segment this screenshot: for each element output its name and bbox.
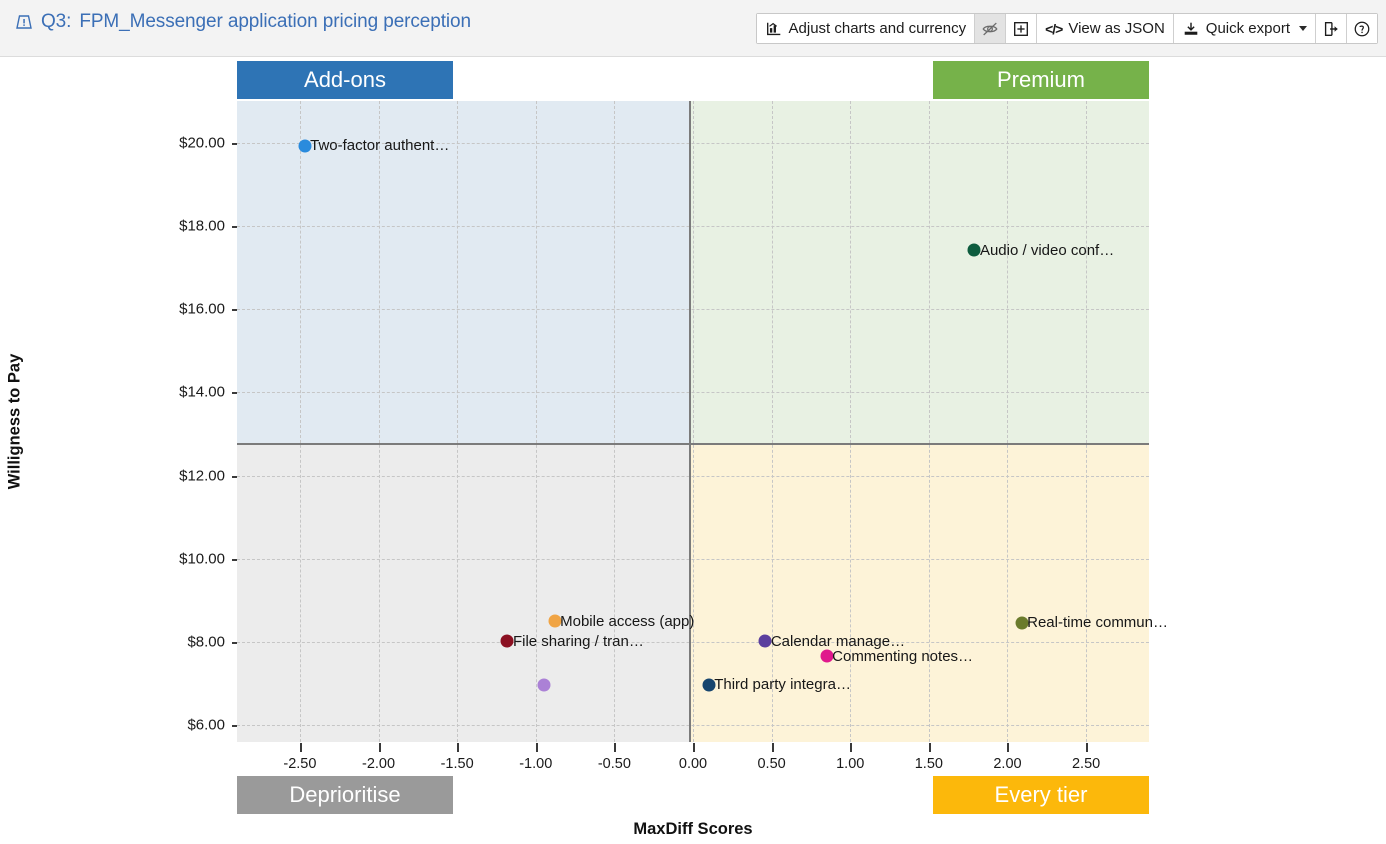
gridline-vertical (457, 101, 459, 742)
expand-plus-icon (1012, 20, 1030, 38)
horizontal-divider (237, 443, 1149, 445)
question-id: Q3: (41, 11, 72, 32)
data-point-label: File sharing / tran… (512, 632, 644, 650)
gridline-vertical (1007, 101, 1009, 742)
quadrant-deprioritise (237, 444, 690, 742)
quadrant-every-tier (690, 444, 1149, 742)
x-tick-mark (771, 743, 774, 752)
data-point-label: Real-time commun… (1027, 614, 1168, 632)
x-tick-label: -2.00 (361, 756, 396, 772)
x-tick-mark (693, 743, 695, 752)
download-icon (1182, 20, 1200, 38)
x-tick-mark (1007, 743, 1010, 752)
y-tick-label: $12.00 (179, 467, 225, 485)
gridline-vertical (693, 101, 694, 742)
data-point-label: Audio / video conf… (979, 241, 1115, 259)
share-export-button[interactable] (1316, 14, 1347, 43)
x-tick-label: 0.50 (757, 756, 786, 772)
x-tick-label: 2.00 (993, 756, 1022, 772)
y-tick-label: $20.00 (179, 134, 225, 152)
x-tick-label: -1.50 (440, 756, 474, 772)
x-tick-mark (928, 743, 931, 752)
data-point[interactable]: Calendar manage… (758, 633, 905, 650)
y-tick-label: $6.00 (187, 716, 225, 734)
quadrant-banner-add-ons: Add-ons (237, 61, 453, 99)
export-arrow-icon (1322, 20, 1340, 38)
data-point[interactable]: Mobile access (app) (548, 613, 694, 630)
page-title: FPM_Messenger application pricing percep… (79, 11, 471, 32)
chart-toolbar: Adjust charts and currency </> View as J… (755, 13, 1378, 44)
x-tick-mark (299, 743, 302, 752)
adjust-charts-and-currency-button[interactable]: Adjust charts and currency (756, 14, 976, 43)
y-axis-title: Willigness to Pay (5, 353, 24, 490)
x-tick-mark (850, 743, 853, 752)
expand-chart-button[interactable] (1006, 14, 1038, 43)
data-point-marker (537, 678, 551, 692)
chart-title-group: Q3: FPM_Messenger application pricing pe… (14, 11, 471, 33)
x-tick-mark (1086, 743, 1089, 752)
eye-off-icon (981, 20, 999, 38)
code-icon: </> (1045, 20, 1063, 37)
gridline-vertical (378, 101, 380, 742)
x-tick-mark (614, 743, 617, 752)
x-tick-mark (535, 743, 538, 752)
quick-export-button[interactable]: Quick export (1173, 14, 1316, 43)
data-point[interactable]: Two-factor authent… (298, 137, 449, 154)
data-point[interactable] (537, 678, 551, 692)
x-tick-label: 1.50 (914, 756, 943, 772)
plot-area: Two-factor authent… Audio / video conf… Mo… (237, 101, 1168, 742)
data-point[interactable]: Third party integra… (702, 676, 851, 693)
data-point[interactable]: Real-time commun… (1015, 614, 1168, 631)
vertical-divider (689, 101, 691, 742)
data-point[interactable]: File sharing / tran… (500, 633, 644, 650)
gridline-vertical (299, 101, 301, 742)
data-point-label: Third party integra… (714, 676, 851, 694)
x-tick-label: -1.00 (519, 756, 553, 772)
help-button[interactable] (1347, 14, 1377, 43)
quadrant-banner-deprioritise: Deprioritise (237, 776, 453, 814)
chevron-down-icon (1299, 26, 1307, 31)
gridline-vertical (1086, 101, 1088, 742)
view-as-json-label: View as JSON (1068, 20, 1165, 37)
view-as-json-button[interactable]: </> View as JSON (1037, 14, 1174, 43)
data-point[interactable]: Audio / video conf… (967, 242, 1114, 259)
y-tick-label: $8.00 (187, 633, 225, 651)
x-tick-mark (378, 743, 381, 752)
adjust-charts-label: Adjust charts and currency (788, 20, 967, 37)
chart-icon (765, 20, 783, 38)
warning-icon (14, 12, 34, 32)
help-circle-icon (1353, 20, 1371, 38)
data-point-label: Two-factor authent… (310, 137, 450, 155)
quick-export-label: Quick export (1205, 20, 1290, 37)
y-tick-label: $14.00 (179, 383, 225, 401)
y-axis-title-wrap: Willigness to Pay (0, 101, 32, 742)
x-tick-label: 1.00 (836, 756, 865, 772)
quadrant-banner-every-tier: Every tier (933, 776, 1149, 814)
y-tick-label: $10.00 (179, 550, 225, 568)
gridline-vertical (928, 101, 930, 742)
chart-header-bar: Q3: FPM_Messenger application pricing pe… (0, 0, 1386, 57)
x-tick-mark (457, 743, 460, 752)
x-axis-title: MaxDiff Scores (633, 820, 753, 838)
data-point-label: Mobile access (app) (560, 612, 695, 630)
x-tick-label: 0.00 (678, 756, 708, 772)
y-tick-label: $18.00 (179, 217, 225, 235)
hide-toggle-button[interactable] (975, 14, 1007, 43)
x-tick-label: -2.50 (283, 756, 317, 772)
data-point-label: Commenting notes… (832, 647, 974, 665)
y-tick-label: $16.00 (179, 300, 225, 318)
scatter-chart: Add-ons Premium Deprioritise Every tier … (0, 57, 1386, 844)
data-point[interactable]: Commenting notes… (820, 648, 973, 665)
quadrant-banner-premium: Premium (933, 61, 1149, 99)
x-tick-label: -0.50 (597, 756, 631, 772)
x-tick-label: 2.50 (1071, 756, 1101, 772)
